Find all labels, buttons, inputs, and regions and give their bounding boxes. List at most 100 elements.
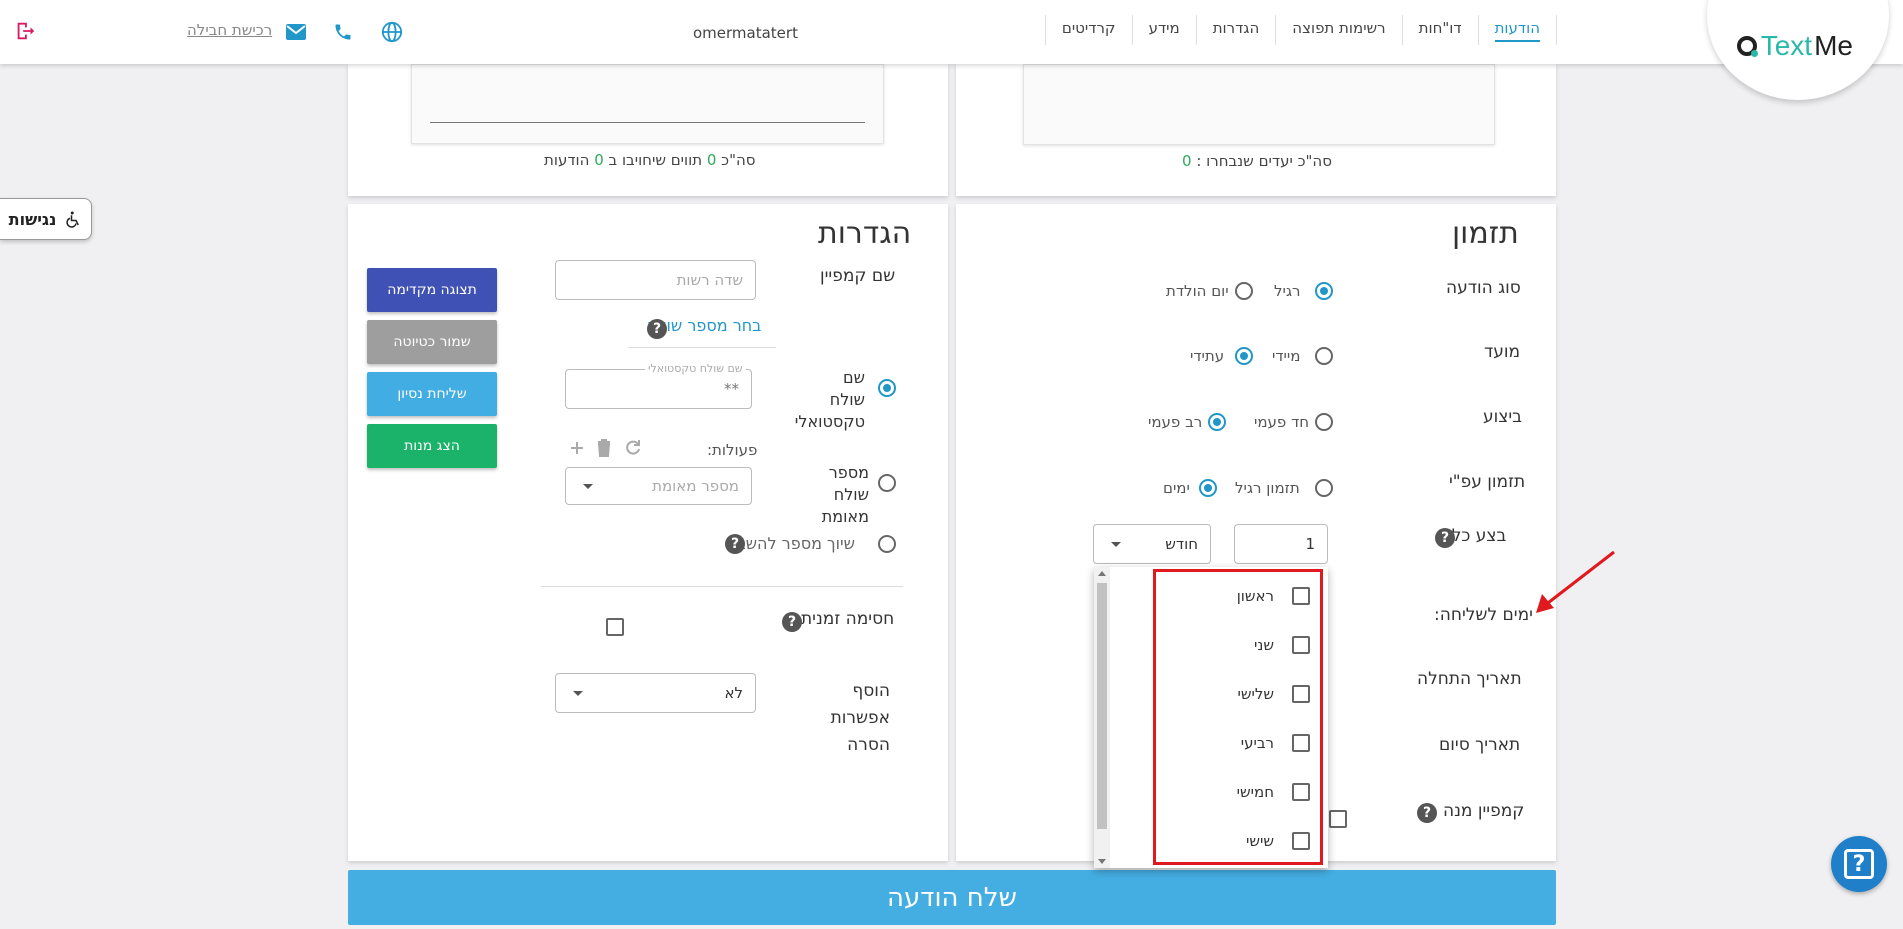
annotation-arrow-icon — [1536, 550, 1615, 613]
recipients-summary: סה"כ יעדים שנבחרו : 0 — [1182, 152, 1332, 170]
nav-divider — [1556, 15, 1557, 45]
save-draft-button[interactable]: שמור כטיוטה — [367, 320, 497, 364]
verified-sender-select[interactable]: מספר מאומת — [565, 467, 752, 505]
recipients-box[interactable] — [1023, 64, 1495, 145]
day-option-monday[interactable]: שני — [1140, 630, 1310, 660]
dropdown-scrollbar[interactable] — [1094, 567, 1110, 868]
timing-label: מועד — [1484, 342, 1521, 362]
execution-recurring-label: רב פעמי — [1148, 413, 1203, 431]
message-type-label: סוג הודעה — [1446, 278, 1521, 298]
help-icon: ? — [1844, 849, 1874, 879]
timing-future-label: עתידי — [1190, 347, 1225, 365]
message-textarea[interactable] — [411, 64, 884, 144]
message-type-regular-radio[interactable] — [1315, 282, 1333, 300]
nav-info[interactable]: מידע — [1131, 15, 1196, 45]
campaign-name-input[interactable]: שדה רשות — [555, 260, 756, 300]
message-preview-card: סה"כ 0 תווים שיחויבו ב 0 הודעות — [348, 64, 948, 196]
temp-block-checkbox[interactable] — [606, 618, 624, 636]
text-sender-radio[interactable] — [878, 379, 896, 397]
text-sender-label: שם שולח טקסטואלי — [794, 368, 865, 431]
scrollbar-thumb[interactable] — [1097, 583, 1107, 829]
nav-messages[interactable]: הודעות — [1477, 15, 1556, 45]
phone-icon[interactable] — [333, 22, 353, 42]
nav-settings[interactable]: הגדרות — [1195, 15, 1276, 45]
add-removal-chevron-down-icon — [573, 691, 583, 696]
days-dropdown[interactable]: ראשון שני שלישי רביעי חמישי שישי — [1094, 567, 1328, 868]
message-type-birthday-label: יום הולדת — [1166, 282, 1229, 300]
chars-summary: סה"כ 0 תווים שיחויבו ב 0 הודעות — [544, 151, 756, 169]
choose-sender-divider — [628, 347, 776, 348]
schedule-title: תזמון — [1452, 216, 1519, 251]
verified-sender-radio[interactable] — [878, 474, 896, 492]
subscription-campaign-label: קמפיין מנה — [1443, 801, 1525, 821]
subscription-help-icon[interactable]: ? — [1417, 803, 1437, 823]
settings-title: הגדרות — [818, 216, 912, 251]
refresh-icon[interactable] — [624, 439, 642, 457]
text-sender-input[interactable]: ** — [565, 369, 752, 409]
globe-icon[interactable] — [381, 21, 403, 43]
show-packages-button[interactable]: הצג מנות — [367, 424, 497, 468]
scroll-up-icon[interactable] — [1098, 571, 1106, 576]
help-fab-button[interactable]: ? — [1831, 836, 1887, 892]
day-option-tuesday[interactable]: שלישי — [1140, 679, 1310, 709]
add-icon[interactable] — [569, 440, 585, 456]
day-checkbox[interactable] — [1292, 734, 1310, 752]
campaign-name-label: שם קמפיין — [820, 266, 896, 286]
subscription-checkbox[interactable] — [1329, 810, 1347, 828]
add-removal-select[interactable]: לא — [555, 673, 756, 713]
accessibility-button[interactable]: נגישות — [0, 198, 92, 240]
days-to-send-label: ימים לשליחה: — [1434, 605, 1533, 625]
verified-sender-label: מספר שולח מאומת — [821, 463, 869, 526]
message-type-regular-label: רגיל — [1274, 282, 1301, 300]
schedule-by-days-label: ימים — [1163, 479, 1190, 497]
day-checkbox[interactable] — [1292, 636, 1310, 654]
end-date-label: תאריך סיום — [1439, 735, 1521, 755]
delete-icon[interactable] — [596, 439, 612, 457]
schedule-by-label: תזמון עפ"י — [1449, 472, 1526, 492]
day-option-wednesday[interactable]: רביעי — [1140, 728, 1310, 758]
day-checkbox[interactable] — [1292, 783, 1310, 801]
every-number-input[interactable]: 1 — [1234, 524, 1328, 564]
recipients-card: סה"כ יעדים שנבחרו : 0 — [956, 64, 1556, 196]
nav-credits[interactable]: קרדיטים — [1044, 15, 1132, 45]
execution-recurring-radio[interactable] — [1208, 413, 1226, 431]
schedule-by-regular-radio[interactable] — [1315, 479, 1333, 497]
day-option-thursday[interactable]: חמישי — [1140, 777, 1310, 807]
timing-immediate-radio[interactable] — [1315, 347, 1333, 365]
day-option-friday[interactable]: שישי — [1140, 826, 1310, 856]
nav-lists[interactable]: רשימות תפוצה — [1275, 15, 1401, 45]
timing-future-radio[interactable] — [1235, 347, 1253, 365]
period-chevron-down-icon — [1111, 542, 1121, 547]
username: omermatatert — [693, 24, 798, 42]
nav-reports[interactable]: דו"חות — [1401, 15, 1478, 45]
temp-block-help-icon[interactable]: ? — [782, 612, 802, 632]
logo[interactable]: Text Me — [1736, 30, 1853, 62]
reply-number-label: שיוך מספר להשבה — [726, 534, 855, 553]
start-date-label: תאריך התחלה — [1417, 669, 1522, 689]
choose-sender-help-icon[interactable]: ? — [647, 319, 667, 339]
mail-icon[interactable] — [286, 24, 306, 40]
execution-once-label: חד פעמי — [1254, 413, 1310, 431]
temp-block-label: חסימה זמנית — [801, 609, 895, 629]
day-option-sunday[interactable]: ראשון — [1140, 581, 1310, 611]
day-checkbox[interactable] — [1292, 685, 1310, 703]
day-checkbox[interactable] — [1292, 587, 1310, 605]
schedule-by-days-radio[interactable] — [1199, 479, 1217, 497]
verified-sender-chevron-down-icon — [583, 484, 593, 489]
main-nav: הודעות דו"חות רשימות תפוצה הגדרות מידע ק… — [1044, 15, 1556, 45]
buy-package-link[interactable]: רכישת חבילה — [187, 21, 272, 39]
timing-immediate-label: מיידי — [1272, 347, 1301, 365]
reply-number-radio[interactable] — [878, 535, 896, 553]
message-type-birthday-radio[interactable] — [1235, 282, 1253, 300]
every-help-icon[interactable]: ? — [1435, 528, 1455, 548]
scroll-down-icon[interactable] — [1098, 859, 1106, 864]
send-message-button[interactable]: שלח הודעה — [348, 870, 1556, 925]
reply-number-help-icon[interactable]: ? — [725, 534, 745, 554]
logout-icon[interactable] — [14, 20, 36, 42]
wheelchair-icon — [66, 211, 80, 228]
day-checkbox[interactable] — [1292, 832, 1310, 850]
execution-once-radio[interactable] — [1315, 413, 1333, 431]
preview-button[interactable]: תצוגה מקדימה — [367, 268, 497, 312]
test-send-button[interactable]: שליחת נסיון — [367, 372, 497, 416]
logo-icon — [1736, 36, 1758, 57]
